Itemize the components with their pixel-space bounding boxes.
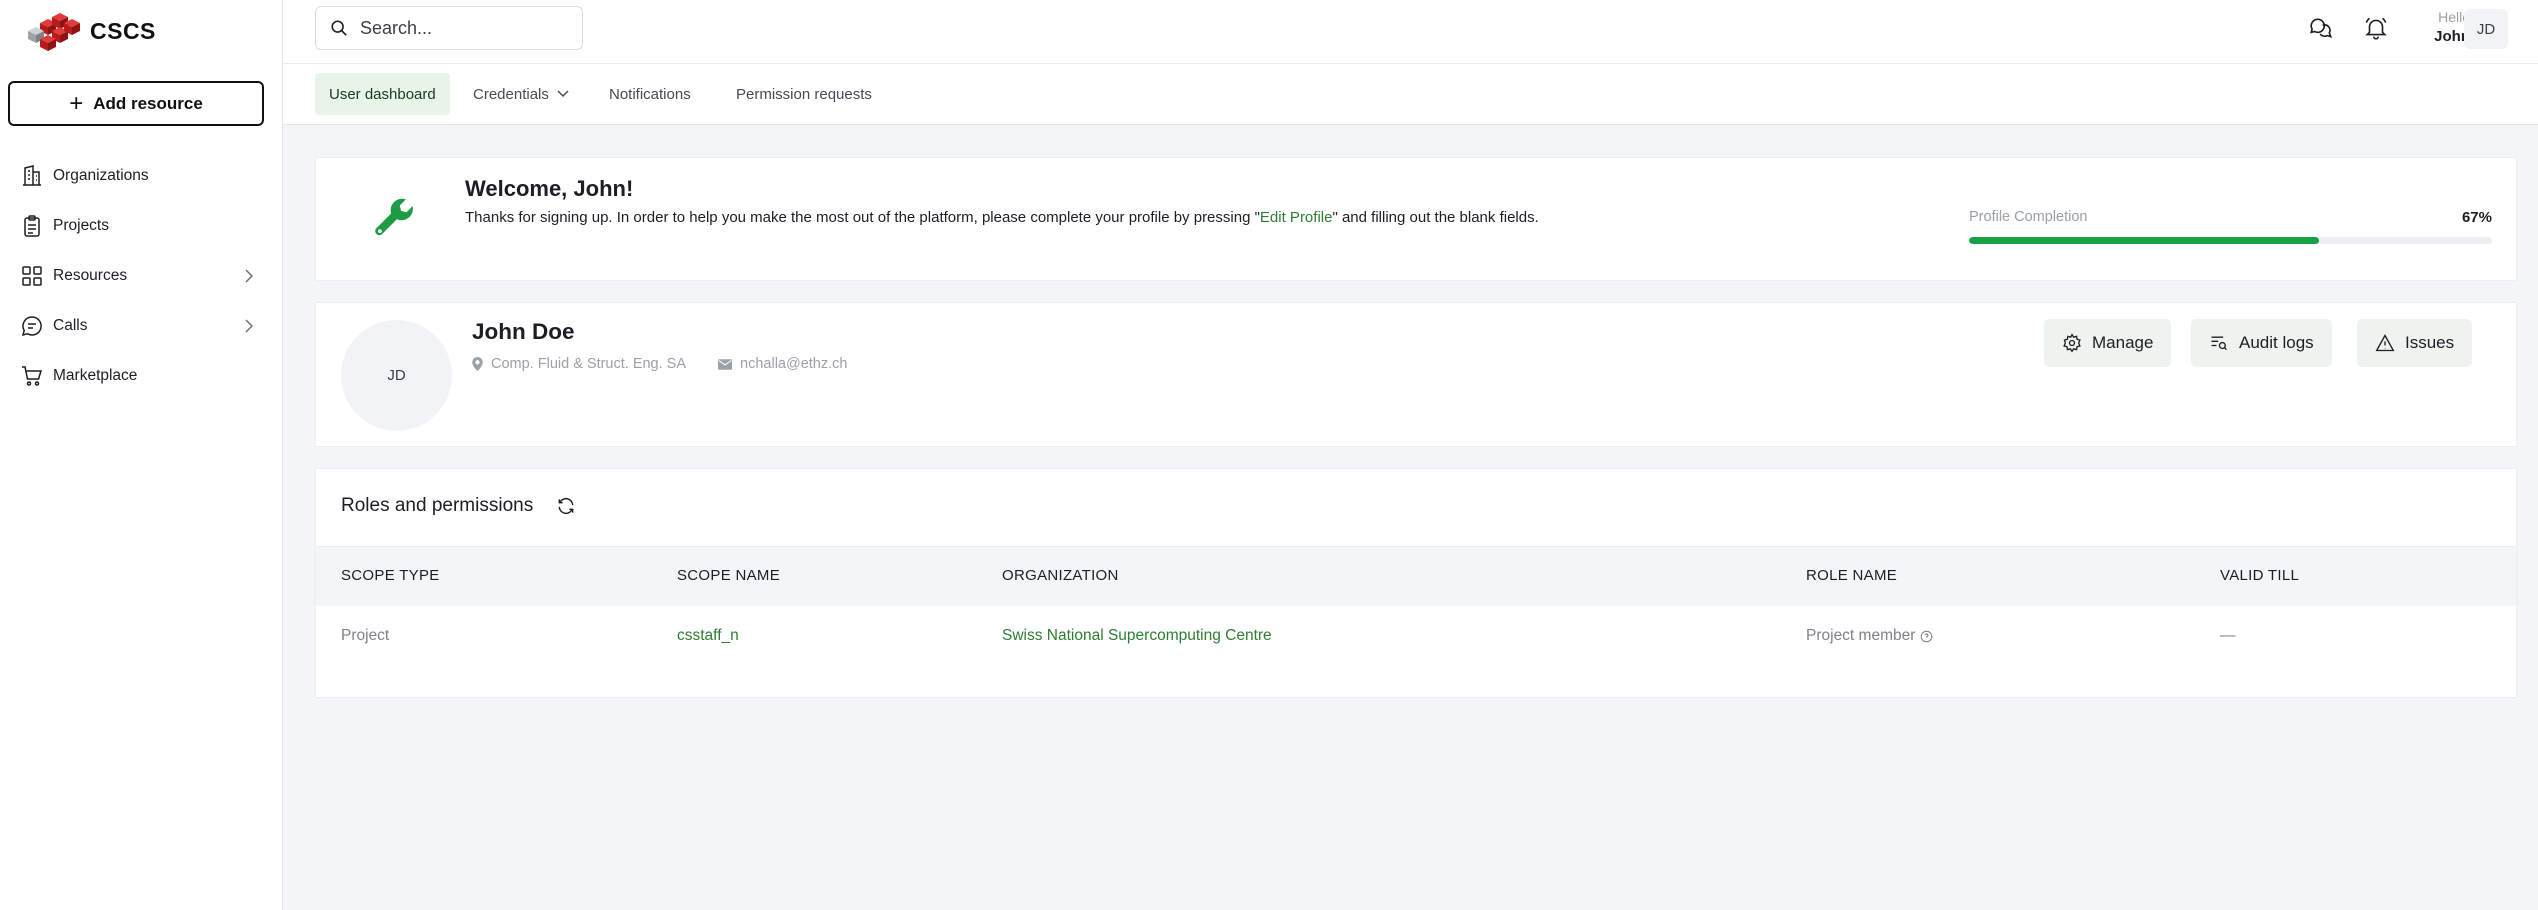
sidebar-item-organizations[interactable]: Organizations: [0, 151, 283, 201]
gear-icon: [2063, 333, 2081, 353]
tab-label: User dashboard: [329, 85, 436, 103]
profile-meta: Comp. Fluid & Struct. Eng. SA nchalla@et…: [472, 356, 847, 372]
welcome-text: Thanks for signing up. In order to help …: [465, 209, 1539, 226]
welcome-text-before: Thanks for signing up. In order to help …: [465, 209, 1260, 226]
chevron-down-icon: [557, 90, 569, 98]
profile-email[interactable]: nchalla@ethz.ch: [740, 356, 847, 372]
issues-label: Issues: [2405, 333, 2455, 352]
warning-icon: [2375, 334, 2395, 352]
sidebar: CSCS + Add resource Organizations Projec…: [0, 0, 283, 910]
profile-avatar: JD: [341, 320, 452, 431]
sidebar-item-projects[interactable]: Projects: [0, 201, 283, 251]
manage-label: Manage: [2092, 333, 2154, 352]
column-header: VALID TILL: [2220, 567, 2300, 584]
tab-credentials[interactable]: Credentials: [459, 73, 583, 115]
grid-icon: [20, 264, 44, 288]
bell-icon[interactable]: [2362, 14, 2390, 42]
tab-label: Notifications: [609, 85, 691, 103]
sidebar-item-marketplace[interactable]: Marketplace: [0, 351, 283, 401]
tab-permission-requests[interactable]: Permission requests: [722, 73, 886, 115]
sidebar-item-calls[interactable]: Calls: [0, 301, 283, 351]
profile-name: John Doe: [472, 319, 575, 344]
sidebar-item-label: Organizations: [53, 167, 149, 184]
clipboard-icon: [20, 214, 44, 238]
roles-card: Roles and permissions SCOPE TYPE SCOPE N…: [315, 468, 2517, 698]
role-name-text: Project member: [1806, 627, 1916, 644]
sidebar-item-label: Resources: [53, 267, 128, 284]
user-greeting: Hello John: [2418, 8, 2470, 46]
edit-profile-link[interactable]: Edit Profile: [1260, 209, 1333, 226]
search-icon: [331, 20, 347, 36]
add-resource-label: Add resource: [93, 93, 203, 113]
tab-user-dashboard[interactable]: User dashboard: [315, 73, 450, 115]
chat-bubbles-icon[interactable]: [2307, 14, 2335, 42]
envelope-icon: [718, 358, 733, 370]
audit-logs-label: Audit logs: [2239, 333, 2314, 352]
tab-label: Permission requests: [736, 85, 872, 103]
welcome-title: Welcome, John!: [465, 176, 634, 201]
column-header: SCOPE NAME: [677, 567, 781, 584]
cell-organization[interactable]: Swiss National Supercomputing Centre: [1002, 627, 1272, 645]
top-bar: Hello John JD: [283, 0, 2538, 64]
sidebar-item-resources[interactable]: Resources: [0, 251, 283, 301]
issues-button[interactable]: Issues: [2357, 319, 2473, 367]
profile-completion-label: Profile Completion: [1969, 209, 2088, 225]
sidebar-item-label: Marketplace: [53, 367, 138, 384]
location-pin-icon: [472, 357, 483, 371]
column-header: ORGANIZATION: [1002, 567, 1119, 584]
wrench-icon: [375, 198, 413, 236]
roles-table-header: SCOPE TYPE SCOPE NAME ORGANIZATION ROLE …: [316, 546, 2516, 606]
sidebar-item-label: Projects: [53, 217, 109, 234]
profile-organization: Comp. Fluid & Struct. Eng. SA: [491, 356, 687, 372]
search-input[interactable]: [360, 17, 560, 39]
cell-scope-type: Project: [341, 627, 390, 644]
profile-completion-bar: [1969, 237, 2492, 244]
profile-card: JD John Doe Comp. Fluid & Struct. Eng. S…: [315, 302, 2517, 447]
roles-title: Roles and permissions: [341, 495, 534, 516]
manage-button[interactable]: Manage: [2044, 319, 2172, 367]
user-avatar[interactable]: JD: [2464, 9, 2508, 49]
sidebar-item-label: Calls: [53, 317, 88, 334]
cart-icon: [20, 364, 44, 388]
brand-logo[interactable]: CSCS: [26, 8, 156, 54]
cscs-logo-icon: [28, 13, 80, 51]
plus-icon: +: [69, 89, 84, 117]
chevron-right-icon: [245, 319, 253, 333]
greeting-text: Hello: [2438, 9, 2470, 25]
audit-logs-button[interactable]: Audit logs: [2191, 319, 2332, 367]
user-first-name: John: [2434, 28, 2470, 45]
sidebar-nav: Organizations Projects Resources Calls M…: [0, 151, 283, 401]
profile-completion-value: 67%: [2461, 209, 2492, 226]
column-header: ROLE NAME: [1806, 567, 1898, 584]
cell-scope-name[interactable]: csstaff_n: [677, 627, 739, 645]
tab-label: Credentials: [473, 85, 549, 103]
cell-role-name: Project member: [1806, 627, 1933, 645]
profile-completion-fill: [1969, 237, 2320, 244]
brand-name: CSCS: [90, 17, 156, 44]
building-icon: [20, 164, 44, 188]
add-resource-button[interactable]: + Add resource: [8, 81, 264, 126]
tab-bar: User dashboard Credentials Notifications…: [283, 64, 2538, 125]
welcome-text-after: " and filling out the blank fields.: [1332, 209, 1539, 226]
cell-valid-till: —: [2220, 627, 2236, 644]
tab-notifications[interactable]: Notifications: [595, 73, 705, 115]
welcome-card: Welcome, John! Thanks for signing up. In…: [315, 157, 2517, 281]
chat-icon: [20, 314, 44, 338]
chevron-right-icon: [245, 269, 253, 283]
help-circle-icon[interactable]: [1920, 630, 1933, 643]
list-search-icon: [2211, 336, 2227, 351]
refresh-icon[interactable]: [556, 496, 576, 516]
column-header: SCOPE TYPE: [341, 567, 440, 584]
search-box[interactable]: [315, 6, 583, 50]
table-row: Project csstaff_n Swiss National Superco…: [316, 606, 2516, 666]
